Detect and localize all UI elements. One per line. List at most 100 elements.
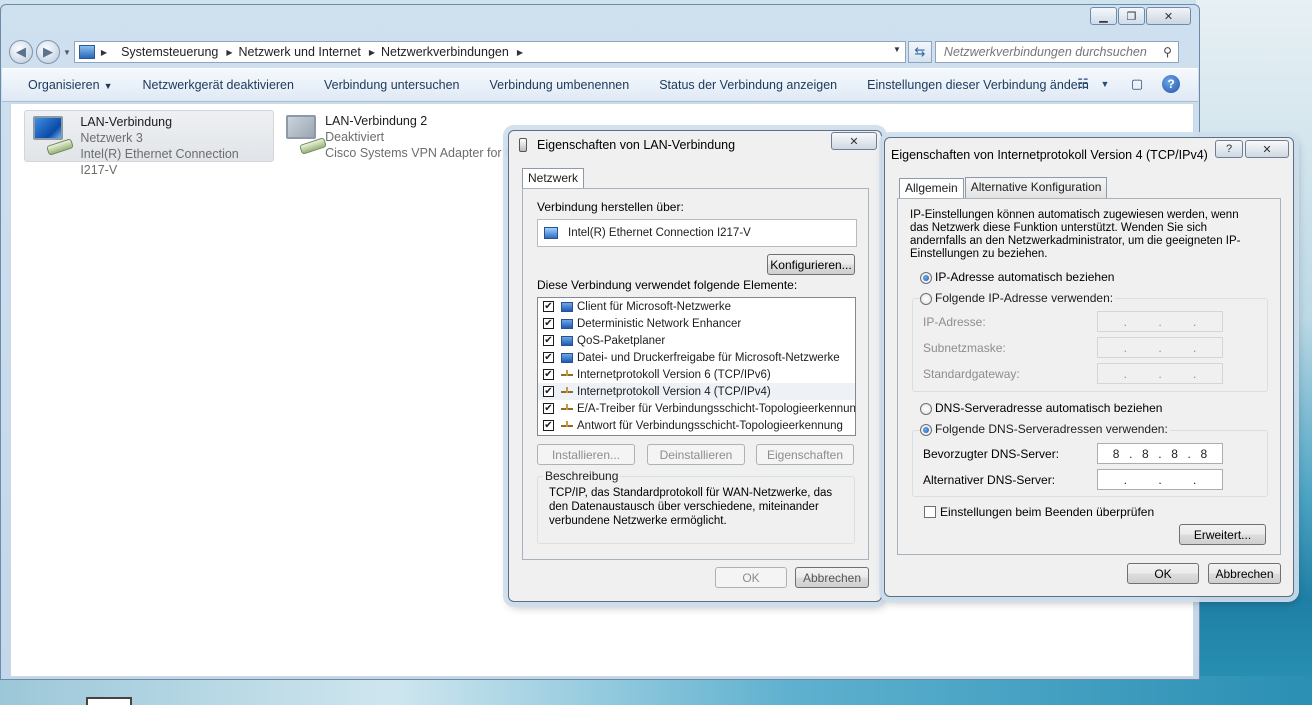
help-icon: ?: [1225, 143, 1233, 155]
checkbox[interactable]: ✔: [543, 301, 554, 312]
diagnose-connection-button[interactable]: Verbindung untersuchen: [324, 78, 460, 92]
checkbox[interactable]: ✔: [543, 369, 554, 380]
checkbox[interactable]: ✔: [543, 352, 554, 363]
preferred-dns-label: Bevorzugter DNS-Server:: [923, 447, 1060, 461]
dropdown-arrow-icon: ▼: [103, 81, 113, 91]
dialog-title: Eigenschaften von LAN-Verbindung: [537, 138, 736, 152]
search-input[interactable]: [941, 44, 1152, 60]
connection-item-lan[interactable]: LAN-Verbindung Netzwerk 3 Intel(R) Ether…: [24, 110, 274, 177]
list-item[interactable]: ✔ Datei- und Druckerfreigabe für Microsof…: [538, 349, 855, 366]
search-icon[interactable]: ⚲: [1163, 45, 1172, 59]
octet: 8: [1171, 446, 1178, 461]
network-service-icon: [560, 334, 574, 347]
list-item[interactable]: ✔ Internetprotokoll Version 6 (TCP/IPv6): [538, 366, 855, 383]
breadcrumb-root-chevron-icon[interactable]: ▶: [101, 48, 107, 57]
view-dropdown-icon[interactable]: ▼: [1096, 75, 1114, 93]
network-service-icon: [560, 351, 574, 364]
checkbox[interactable]: ✔: [543, 386, 554, 397]
ip-address-field[interactable]: ...: [1097, 311, 1223, 332]
dns-manual-radio[interactable]: [920, 424, 932, 436]
window-controls: ▁ ❐ ✕: [1089, 7, 1191, 25]
list-item[interactable]: ✔ Internetprotokoll Version 4 (TCP/IPv4): [538, 383, 855, 400]
address-bar[interactable]: ▶ Systemsteuerung ▶ Netzwerk und Internet…: [73, 41, 906, 63]
list-item[interactable]: ✔ Client für Microsoft-Netzwerke: [538, 298, 855, 315]
close-button[interactable]: ✕: [1146, 7, 1191, 25]
close-icon: ✕: [849, 135, 859, 148]
install-button[interactable]: Installieren...: [537, 444, 635, 465]
chevron-right-icon[interactable]: ▶: [369, 48, 375, 57]
chevron-right-icon[interactable]: ▶: [226, 48, 232, 57]
minimize-icon: ▁: [1099, 10, 1108, 23]
subnet-mask-field[interactable]: ...: [1097, 337, 1223, 358]
ok-button[interactable]: OK: [715, 567, 787, 588]
checkbox[interactable]: ✔: [543, 335, 554, 346]
alternate-dns-field[interactable]: ...: [1097, 469, 1223, 490]
uninstall-button[interactable]: Deinstallieren: [647, 444, 745, 465]
breadcrumb-item[interactable]: Systemsteuerung ▶: [121, 45, 232, 59]
configure-button[interactable]: Konfigurieren...: [767, 254, 855, 275]
tab-general[interactable]: Allgemein: [899, 178, 964, 199]
checkbox[interactable]: ✔: [543, 420, 554, 431]
minimize-button[interactable]: ▁: [1090, 7, 1117, 25]
protocol-icon: [560, 402, 574, 415]
refresh-button[interactable]: ⇆: [907, 41, 932, 63]
elements-label: Diese Verbindung verwendet folgende Elem…: [537, 278, 798, 292]
taskbar-thumbnail[interactable]: [86, 697, 132, 705]
ip-info-text: IP-Einstellungen können automatisch zuge…: [910, 209, 1241, 260]
preferred-dns-field[interactable]: 8. 8. 8. 8: [1097, 443, 1223, 464]
item-label: Internetprotokoll Version 4 (TCP/IPv4): [577, 385, 771, 398]
description-text: TCP/IP, das Standardprotokoll für WAN-Ne…: [549, 487, 833, 527]
rename-connection-button[interactable]: Verbindung umbenennen: [490, 78, 630, 92]
close-icon: ✕: [1262, 143, 1272, 156]
close-button[interactable]: ✕: [1245, 140, 1289, 158]
maximize-button[interactable]: ❐: [1118, 7, 1145, 25]
address-dropdown-icon[interactable]: ▼: [893, 45, 901, 54]
advanced-button[interactable]: Erweitert...: [1179, 524, 1266, 545]
disable-device-button[interactable]: Netzwerkgerät deaktivieren: [143, 78, 294, 92]
item-label: Datei- und Druckerfreigabe für Microsoft…: [577, 351, 840, 364]
ip-auto-radio[interactable]: [920, 272, 932, 284]
properties-button[interactable]: Eigenschaften: [756, 444, 854, 465]
tab-network[interactable]: Netzwerk: [522, 168, 585, 189]
list-item[interactable]: ✔ E/A-Treiber für Verbindungsschicht-Topo…: [538, 400, 855, 417]
dns-auto-radio[interactable]: [920, 403, 932, 415]
network-adapter-icon: [284, 113, 327, 157]
checkbox[interactable]: ✔: [543, 403, 554, 414]
network-folder-icon: [78, 45, 95, 59]
help-button[interactable]: ?: [1215, 140, 1243, 158]
cancel-button[interactable]: Abbrechen: [795, 567, 869, 588]
gateway-field[interactable]: ...: [1097, 363, 1223, 384]
list-item[interactable]: ✔ QoS-Paketplaner: [538, 332, 855, 349]
octet: 8: [1142, 446, 1149, 461]
organize-button[interactable]: Organisieren ▼: [28, 78, 113, 92]
recent-pages-dropdown[interactable]: ▼: [63, 48, 71, 57]
ip-manual-radio[interactable]: [920, 293, 932, 305]
dns-manual-label: Folgende DNS-Serveradressen verwenden:: [933, 422, 1170, 436]
breadcrumb-item[interactable]: Netzwerkverbindungen ▶: [381, 45, 523, 59]
breadcrumb-item[interactable]: Netzwerk und Internet ▶: [239, 45, 375, 59]
change-view-icon[interactable]: ☷: [1074, 75, 1092, 93]
view-status-button[interactable]: Status der Verbindung anzeigen: [659, 78, 837, 92]
description-title: Beschreibung: [543, 469, 621, 483]
list-item[interactable]: ✔ Deterministic Network Enhancer: [538, 315, 855, 332]
connection-item-lan-2[interactable]: LAN-Verbindung 2 Deaktiviert Cisco Syste…: [278, 110, 518, 162]
ok-button[interactable]: OK: [1127, 563, 1199, 584]
preview-pane-icon[interactable]: ▢: [1128, 75, 1146, 93]
breadcrumb-label: Netzwerkverbindungen: [380, 45, 509, 59]
validate-label: Einstellungen beim Beenden überprüfen: [940, 505, 1155, 519]
breadcrumb-label: Systemsteuerung: [121, 45, 219, 59]
back-button[interactable]: ◀: [9, 40, 33, 64]
close-button[interactable]: ✕: [831, 132, 877, 150]
list-item[interactable]: ✔ Antwort für Verbindungsschicht-Topologi…: [538, 417, 855, 434]
tab-alternate-config[interactable]: Alternative Konfiguration: [964, 177, 1108, 198]
cancel-button[interactable]: Abbrechen: [1208, 563, 1281, 584]
validate-checkbox[interactable]: [924, 506, 936, 518]
checkbox[interactable]: ✔: [543, 318, 554, 329]
chevron-right-icon[interactable]: ▶: [517, 48, 523, 57]
connection-device: Intel(R) Ethernet Connection I217-V: [80, 147, 239, 177]
network-plug-icon: [519, 138, 527, 152]
connection-device: Cisco Systems VPN Adapter for 6: [325, 146, 512, 160]
change-settings-button[interactable]: Einstellungen dieser Verbindung ändern: [867, 78, 1089, 92]
help-icon[interactable]: ?: [1162, 75, 1180, 93]
forward-button[interactable]: ▶: [36, 40, 60, 64]
